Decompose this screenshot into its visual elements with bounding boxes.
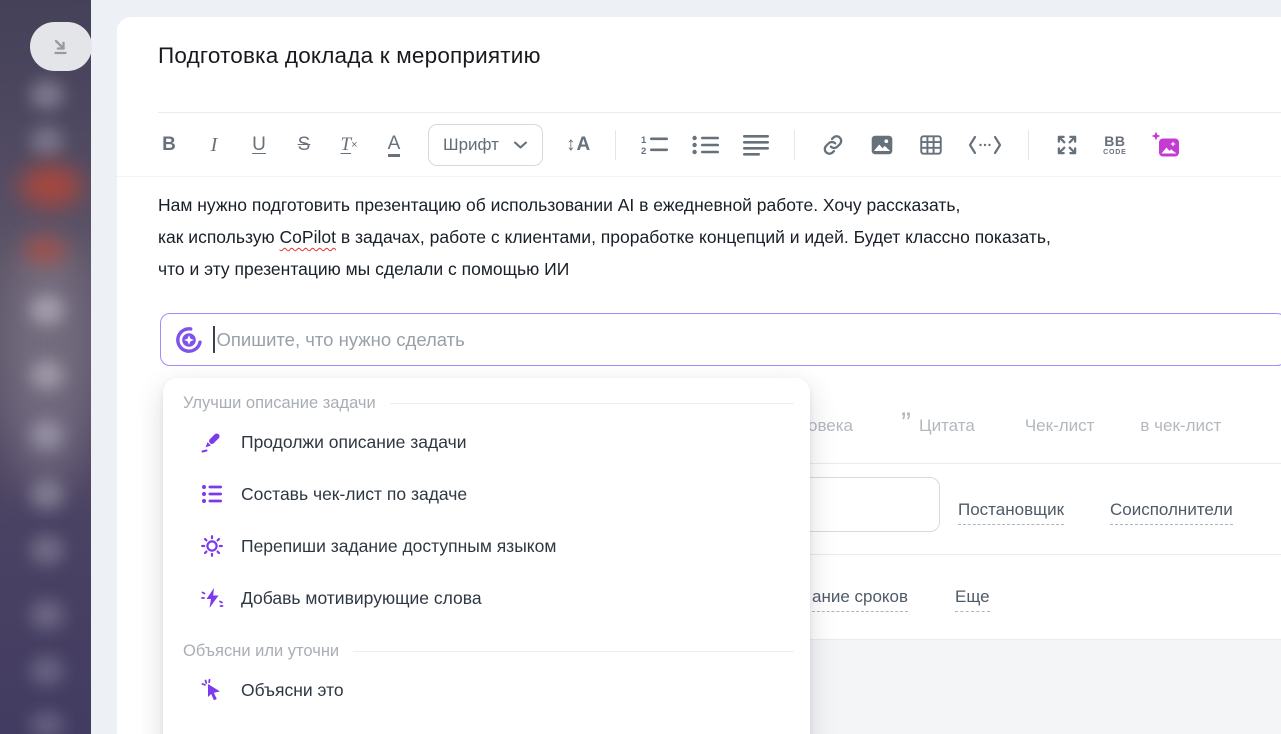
sidebar-collapse-button[interactable] [30,22,92,71]
checklist-icon [200,482,224,506]
menu-section-header: Улучши описание задачи [163,390,794,416]
quote-icon: ” [901,419,911,433]
sidebar-item-blurred[interactable] [30,80,64,110]
sidebar-item-blurred[interactable] [30,420,64,450]
deadline-planning-link[interactable]: ание сроков [812,587,908,612]
menu-item-add-motivation[interactable]: Добавь мотивирующие слова [163,572,810,624]
copilot-icon [174,325,204,355]
menu-item-make-checklist[interactable]: Составь чек-лист по задаче [163,468,810,520]
copilot-suggestions-menu: Улучши описание задачи Продолжи описание… [163,378,810,734]
section-divider [777,463,1281,464]
text-cursor [213,326,215,353]
section-divider [777,554,1281,555]
sun-icon [200,534,224,558]
creator-link[interactable]: Постановщик [958,500,1064,525]
sidebar-item-blurred[interactable] [30,712,64,734]
to-checklist-button[interactable]: в чек-лист [1140,416,1221,436]
menu-section-header: Объясни или уточни [163,638,794,664]
pen-icon [200,430,224,454]
menu-item-rewrite-simple[interactable]: Перепиши задание доступным языком [163,520,810,572]
quick-actions-row: овека ” Цитата Чек-лист в чек-лист [808,414,1221,438]
task-detail-panel: Подготовка доклада к мероприятию B I U S… [117,17,1281,734]
sidebar-nav [0,0,91,734]
sidebar-item-blurred[interactable] [30,535,64,565]
mention-person-button[interactable]: овека [808,416,853,436]
coexecutors-link[interactable]: Соисполнители [1110,500,1233,525]
sidebar-item-blurred[interactable] [30,480,64,510]
sidebar-item-blurred[interactable] [30,126,64,156]
copilot-prompt-input[interactable]: Опишите, что нужно сделать [160,313,1281,366]
sidebar-item-blurred[interactable] [30,600,64,630]
sidebar-item-blurred[interactable] [30,360,64,390]
sidebar-badge-blurred [20,165,82,207]
sidebar-badge-blurred [24,236,66,264]
collapse-arrow-icon [49,35,73,59]
bolt-icon [200,586,224,610]
checklist-button[interactable]: Чек-лист [1025,416,1095,436]
sidebar-item-blurred[interactable] [30,656,64,686]
cursor-click-icon [200,678,224,702]
quote-button[interactable]: ” Цитата [901,416,975,436]
app-window: Подготовка доклада к мероприятию B I U S… [0,0,1281,734]
menu-item-continue-description[interactable]: Продолжи описание задачи [163,416,810,468]
sidebar-item-blurred[interactable] [30,295,64,325]
more-link[interactable]: Еще [955,587,990,612]
menu-item-explain-this[interactable]: Объясни это [163,664,810,716]
copilot-placeholder: Опишите, что нужно сделать [217,329,465,351]
